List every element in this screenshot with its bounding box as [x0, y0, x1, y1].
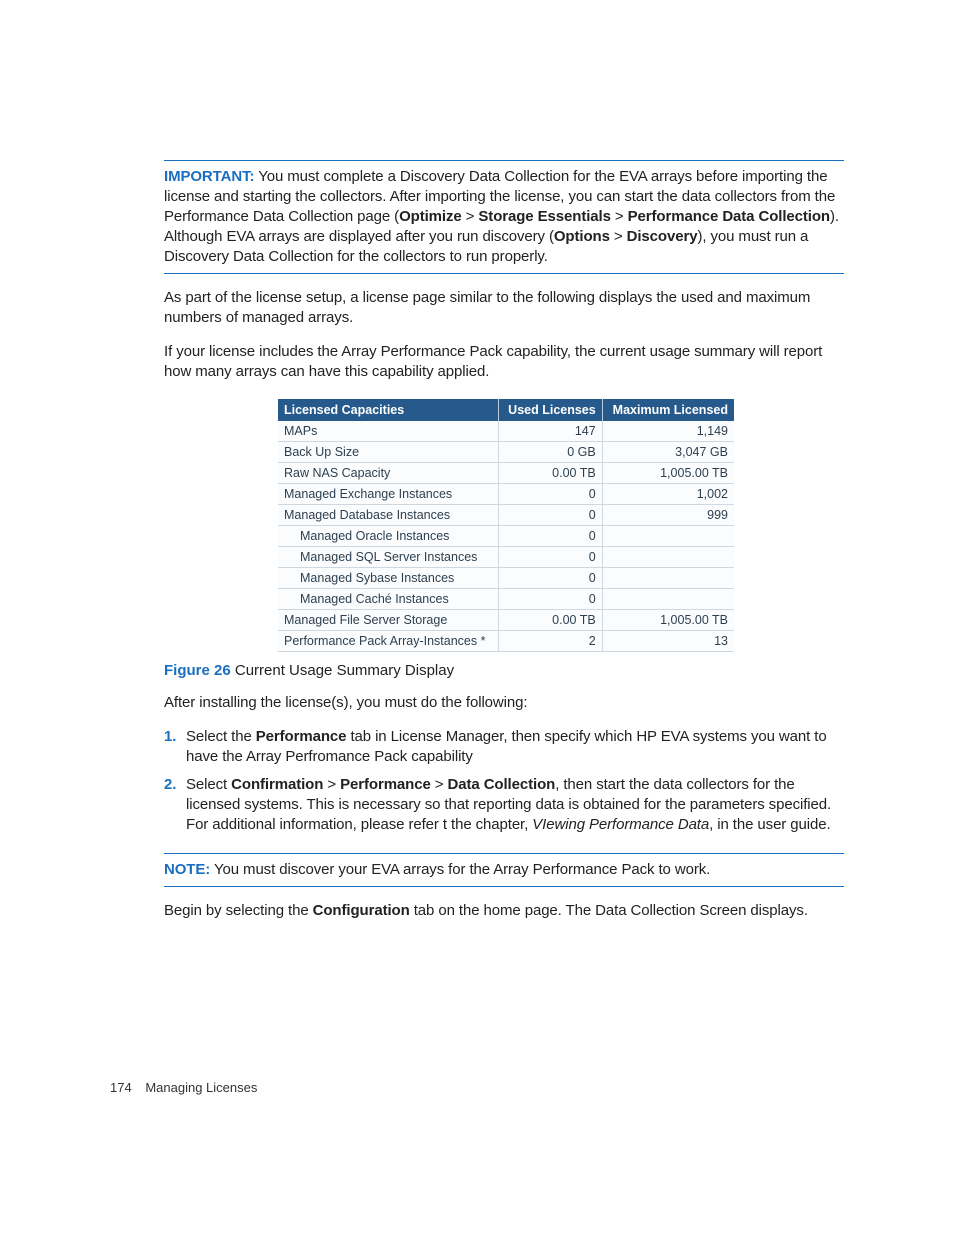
cell: 2 [499, 631, 603, 652]
cell: Managed Caché Instances [278, 589, 499, 610]
col-header: Maximum Licensed [602, 399, 734, 421]
document-page: IMPORTANT: You must complete a Discovery… [0, 0, 954, 1235]
table-header-row: Licensed Capacities Used Licenses Maximu… [278, 399, 734, 421]
table-row: Managed SQL Server Instances0 [278, 547, 734, 568]
col-header: Used Licenses [499, 399, 603, 421]
cell: 0 [499, 484, 603, 505]
cell: 1,149 [602, 421, 734, 442]
cell: 0 [499, 589, 603, 610]
cell: 0 [499, 526, 603, 547]
important-text: You must complete a Discovery Data Colle… [164, 168, 839, 265]
list-item: Select Confirmation > Performance > Data… [164, 775, 844, 835]
important-label: IMPORTANT: [164, 168, 254, 185]
cell: Managed Exchange Instances [278, 484, 499, 505]
cell: 0 [499, 547, 603, 568]
table-row: Back Up Size0 GB3,047 GB [278, 442, 734, 463]
cell: 0.00 TB [499, 610, 603, 631]
table-row: Managed Sybase Instances0 [278, 568, 734, 589]
cell: Performance Pack Array-Instances * [278, 631, 499, 652]
cell [602, 547, 734, 568]
important-callout: IMPORTANT: You must complete a Discovery… [164, 161, 844, 273]
col-header: Licensed Capacities [278, 399, 499, 421]
cell: 3,047 GB [602, 442, 734, 463]
cell: Managed File Server Storage [278, 610, 499, 631]
callout-rule-bottom [164, 886, 844, 887]
cell: Managed Oracle Instances [278, 526, 499, 547]
page-number: 174 [110, 1080, 132, 1095]
cell: Managed Sybase Instances [278, 568, 499, 589]
cell [602, 568, 734, 589]
cell [602, 589, 734, 610]
steps-list: Select the Performance tab in License Ma… [164, 727, 844, 835]
license-table: Licensed Capacities Used Licenses Maximu… [278, 399, 734, 652]
cell: 0 GB [499, 442, 603, 463]
cell: MAPs [278, 421, 499, 442]
cell: 1,005.00 TB [602, 610, 734, 631]
cell: 13 [602, 631, 734, 652]
figure-caption: Figure 26 Current Usage Summary Display [164, 662, 844, 679]
cell: 0.00 TB [499, 463, 603, 484]
table-row: Managed Caché Instances0 [278, 589, 734, 610]
table-row: Managed Oracle Instances0 [278, 526, 734, 547]
cell: 1,005.00 TB [602, 463, 734, 484]
callout-rule-bottom [164, 273, 844, 274]
note-label: NOTE: [164, 861, 210, 878]
note-callout: NOTE: You must discover your EVA arrays … [164, 854, 844, 886]
page-footer: 174 Managing Licenses [110, 1080, 257, 1095]
figure-label: Figure 26 [164, 662, 231, 679]
table-row: Performance Pack Array-Instances *213 [278, 631, 734, 652]
paragraph: Begin by selecting the Configuration tab… [164, 901, 844, 921]
cell: Back Up Size [278, 442, 499, 463]
paragraph: If your license includes the Array Perfo… [164, 342, 844, 382]
list-item: Select the Performance tab in License Ma… [164, 727, 844, 767]
cell: Managed SQL Server Instances [278, 547, 499, 568]
cell: 999 [602, 505, 734, 526]
section-title: Managing Licenses [145, 1080, 257, 1095]
table-row: Managed Database Instances0999 [278, 505, 734, 526]
cell [602, 526, 734, 547]
cell: Raw NAS Capacity [278, 463, 499, 484]
cell: 0 [499, 505, 603, 526]
table-row: MAPs1471,149 [278, 421, 734, 442]
table-row: Managed File Server Storage0.00 TB1,005.… [278, 610, 734, 631]
cell: 1,002 [602, 484, 734, 505]
table-row: Managed Exchange Instances01,002 [278, 484, 734, 505]
note-text: You must discover your EVA arrays for th… [214, 861, 710, 878]
paragraph: As part of the license setup, a license … [164, 288, 844, 328]
cell: 147 [499, 421, 603, 442]
cell: 0 [499, 568, 603, 589]
cell: Managed Database Instances [278, 505, 499, 526]
table-row: Raw NAS Capacity0.00 TB1,005.00 TB [278, 463, 734, 484]
paragraph: After installing the license(s), you mus… [164, 693, 844, 713]
figure-caption-text: Current Usage Summary Display [235, 662, 454, 679]
